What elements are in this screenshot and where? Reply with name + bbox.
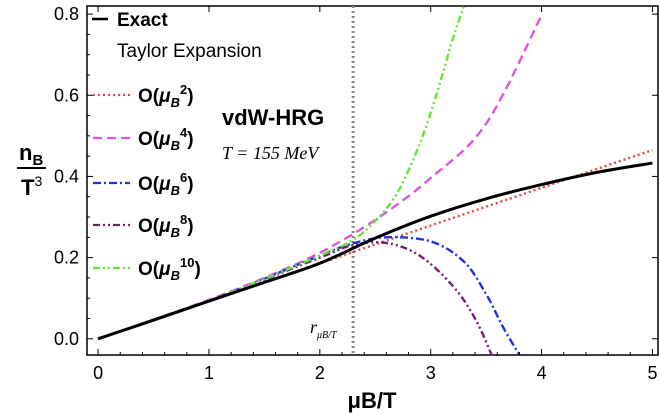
legend-header: Taylor Expansion xyxy=(117,41,262,62)
y-tick-label: 0.2 xyxy=(54,248,79,268)
legend-label-order-8: O(μB8) xyxy=(138,212,194,240)
legend-label-order-10: O(μB10) xyxy=(138,255,201,283)
x-axis-title: μB/T xyxy=(348,388,397,413)
y-axis-title-den: T xyxy=(21,175,35,200)
temperature-annotation: T = 155 MeV xyxy=(222,143,320,163)
legend-label-order-4: O(μB4) xyxy=(138,125,194,153)
y-tick-label: 0.4 xyxy=(54,166,79,186)
y-axis-title-num: n xyxy=(19,140,32,165)
y-axis-title: nB T3 xyxy=(17,140,46,200)
svg-text:nB: nB xyxy=(19,140,43,169)
chart: 0 1 2 3 4 50.00.20.40.60.8 nB T3 μB/T Exact T… xyxy=(17,4,659,413)
y-tick-label: 0.6 xyxy=(54,85,79,105)
y-tick-label: 0.8 xyxy=(54,4,79,24)
x-tick-label: 2 xyxy=(315,363,325,383)
legend-label-order-6: O(μB6) xyxy=(138,170,194,198)
legend-label-exact: Exact xyxy=(117,10,168,31)
series-line-exact xyxy=(97,161,653,341)
y-axis-title-den-sup: 3 xyxy=(34,173,42,189)
legend-label-order-2: O(μB2) xyxy=(138,82,194,110)
x-tick-label: 0 xyxy=(93,363,103,383)
x-tick-label: 5 xyxy=(647,363,657,383)
model-annotation: vdW-HRG xyxy=(222,105,324,130)
svg-text:T3: T3 xyxy=(21,173,42,200)
y-axis-title-num-sub: B xyxy=(32,152,43,169)
vline-label: rμB/T xyxy=(310,317,338,341)
y-tick-label: 0.0 xyxy=(54,329,79,349)
vline-label-sub: μB/T xyxy=(316,330,338,341)
x-tick-label: 4 xyxy=(537,363,547,383)
series-line-order-6 xyxy=(97,236,521,355)
x-tick-label: 1 xyxy=(204,363,214,383)
x-tick-label: 3 xyxy=(426,363,436,383)
